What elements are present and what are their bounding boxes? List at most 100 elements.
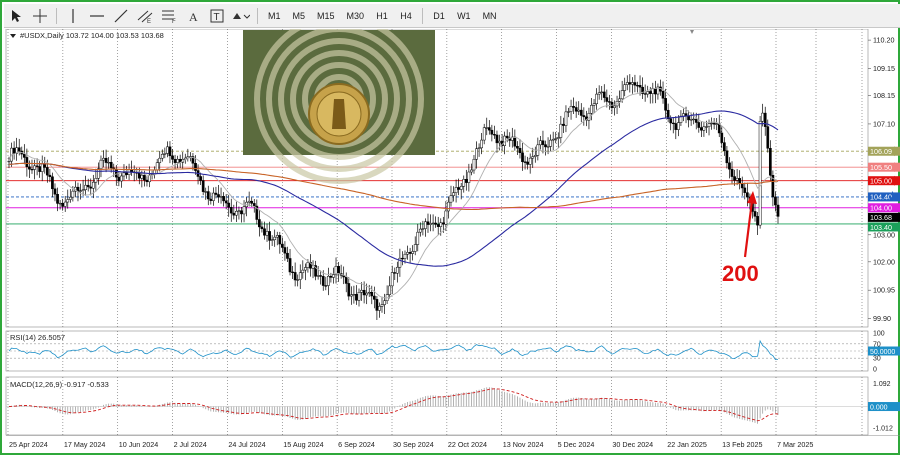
text-label-tool-icon[interactable]: T [205, 6, 229, 26]
fibonacci-tool-icon[interactable]: F [157, 6, 181, 26]
candle-body [362, 289, 366, 296]
cursor-tool-icon[interactable] [4, 6, 28, 26]
timeframe-m5[interactable]: M5 [287, 6, 312, 26]
x-tick-label: 6 Sep 2024 [338, 440, 375, 449]
candle-body [544, 144, 547, 148]
candle-body [740, 183, 744, 189]
text-tool-icon[interactable]: A [181, 6, 205, 26]
candle-body [217, 194, 220, 198]
toolbar: E F A T M1 M5 M15 M30 H1 H4 D1 W1 MN [4, 4, 900, 28]
candle-body [482, 127, 486, 141]
candle-body [235, 210, 238, 216]
candle-body [125, 172, 128, 175]
candle-body [592, 103, 596, 106]
candle-body [431, 222, 435, 225]
y-tick-label: 102.00 [873, 257, 895, 266]
candle-body [360, 289, 363, 293]
candle-body [452, 192, 455, 196]
candle-body [102, 157, 105, 161]
timeframe-h1[interactable]: H1 [370, 6, 394, 26]
x-tick-label: 2 Jul 2024 [174, 440, 207, 449]
candle-body [475, 148, 478, 160]
candle-body [97, 168, 100, 179]
candle-body [464, 179, 468, 183]
candle-body [201, 180, 205, 192]
timeframe-w1[interactable]: W1 [451, 6, 477, 26]
candle-body [33, 165, 36, 170]
chart-symbol-header: #USDX,Daily 103.72 104.00 103.53 103.68 [20, 31, 164, 40]
candle-body [344, 276, 348, 284]
y-tick-label: 108.15 [873, 91, 895, 100]
candle-body [298, 272, 302, 280]
candle-body [684, 113, 688, 116]
candle-body [273, 236, 277, 241]
equidistant-channel-tool-icon[interactable]: E [133, 6, 157, 26]
candle-body [327, 275, 330, 286]
trendline-tool-icon[interactable] [109, 6, 133, 26]
timeframe-h4[interactable]: H4 [394, 6, 418, 26]
y-tick-label: 107.10 [873, 119, 895, 128]
candle-body [441, 222, 445, 225]
candle-body [418, 228, 422, 233]
candle-body [347, 283, 351, 297]
timeframe-m1[interactable]: M1 [262, 6, 287, 26]
candle-body [68, 196, 72, 200]
candle-body [281, 243, 284, 248]
candle-body [661, 91, 665, 99]
candle-body [40, 163, 44, 172]
candle-body [137, 172, 141, 179]
macd-label: MACD(12,26,9) -0.917 -0.533 [10, 380, 109, 389]
candle-body [559, 123, 563, 138]
candle-body [467, 171, 471, 183]
candle-body [212, 192, 215, 201]
crosshair-tool-icon[interactable] [28, 6, 52, 26]
price-level-label: 103.68 [868, 212, 900, 222]
candle-body [219, 196, 223, 198]
candle-body [636, 85, 639, 87]
candle-body [495, 134, 499, 144]
candle-body [51, 176, 54, 190]
candle-body [109, 161, 113, 169]
candle-body [301, 269, 305, 274]
candle-body [79, 190, 82, 192]
vertical-line-tool-icon[interactable] [61, 6, 85, 26]
candle-body [43, 163, 47, 168]
candle-body [56, 193, 59, 204]
shapes-tool-icon[interactable] [229, 6, 253, 26]
candle-body [505, 135, 509, 139]
horizontal-line-tool-icon[interactable] [85, 6, 109, 26]
candle-body [556, 137, 560, 139]
candle-body [204, 191, 208, 193]
candle-body [222, 196, 225, 202]
candle-body [493, 134, 496, 136]
candle-body [633, 82, 637, 86]
timeframe-mn[interactable]: MN [477, 6, 503, 26]
svg-text:A: A [189, 10, 198, 23]
candle-body [625, 82, 629, 85]
candle-body [319, 275, 323, 277]
candle-body [654, 88, 657, 95]
candle-body [283, 247, 287, 254]
chart-area[interactable]: 25 Apr 2024 17 May 2024 10 Jun 2024 2 Jul 2… [4, 14, 900, 455]
candle-body [17, 147, 21, 152]
candle-body [518, 147, 522, 153]
candle-body [28, 166, 31, 170]
candle-body [372, 295, 376, 300]
candle-body [421, 228, 425, 230]
candle-body [710, 122, 713, 125]
price-level-label-text: 104.00 [870, 204, 892, 213]
candle-body [487, 127, 491, 131]
candle-body [166, 146, 169, 154]
timeframe-m15[interactable]: M15 [311, 6, 341, 26]
candle-body [91, 181, 95, 189]
timeframe-m30[interactable]: M30 [341, 6, 371, 26]
candle-body [756, 216, 759, 226]
candle-body [776, 204, 780, 217]
candle-body [321, 276, 325, 286]
timeframe-d1[interactable]: D1 [427, 6, 451, 26]
candle-body [758, 120, 762, 226]
y-tick-label: 99.90 [873, 314, 891, 323]
candle-body [53, 188, 57, 195]
candle-body [689, 119, 693, 121]
candle-body [355, 294, 358, 301]
